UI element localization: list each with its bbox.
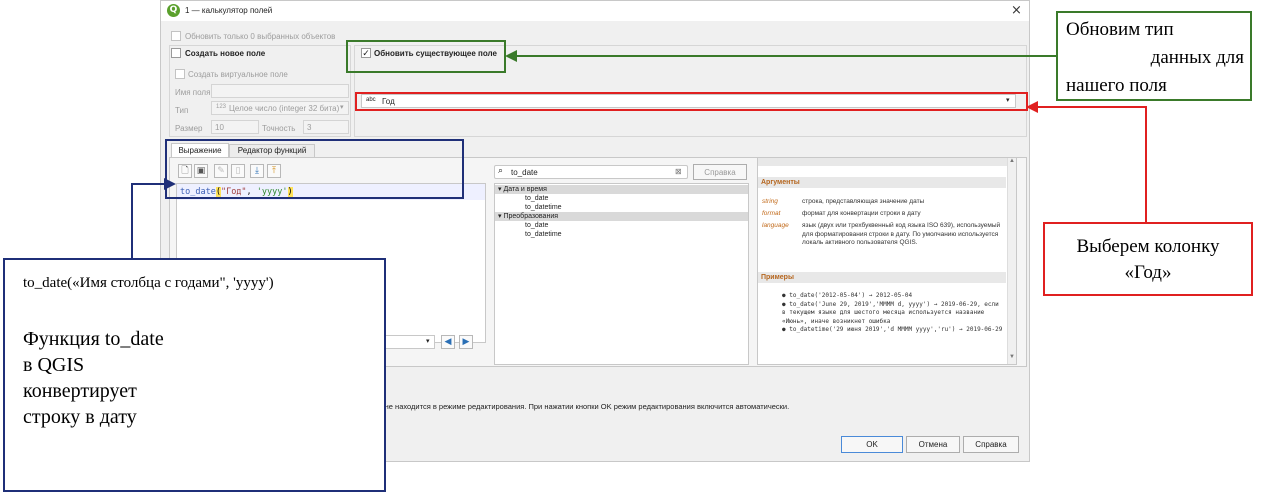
- green-line-3: нашего поля: [1066, 75, 1167, 96]
- create-new-field-label: Создать новое поле: [185, 49, 266, 58]
- function-item[interactable]: to_date: [495, 194, 748, 203]
- function-tree-label: Дата и время: [503, 186, 547, 193]
- function-group-item[interactable]: ▾ Преобразования: [495, 212, 748, 221]
- arguments-heading: Аргументы: [758, 177, 1006, 188]
- green-line-2: данных для: [1150, 47, 1244, 68]
- precision-value: 3: [307, 123, 312, 132]
- red-arrow: [1026, 101, 1147, 235]
- scroll-up-icon[interactable]: ▲: [1009, 158, 1015, 164]
- example-item: ● to_date('June 29, 2019','MMMM d, yyyy'…: [782, 300, 999, 325]
- function-tree-label: to_date: [525, 222, 549, 229]
- blue-line-1: Функция to_date: [23, 328, 164, 350]
- arg-desc-string: строка, представляющая значение даты: [802, 198, 925, 205]
- examples-heading: Примеры: [758, 272, 1006, 283]
- function-group-item[interactable]: ▾ Дата и время: [495, 185, 748, 194]
- previous-feature-icon[interactable]: ◀: [441, 335, 455, 349]
- search-icon: ⌕: [498, 166, 504, 176]
- help-scrollbar[interactable]: ▲ ▼: [1007, 158, 1016, 364]
- function-tree-label: to_datetime: [525, 231, 562, 238]
- blue-annotation-box: to_date(«Имя столбца с годами", 'yyyy') …: [3, 258, 386, 492]
- function-search-value: to_date: [511, 168, 538, 177]
- integer-type-icon: 123: [216, 104, 227, 110]
- arg-name-string: string: [762, 198, 778, 205]
- close-icon[interactable]: ×: [1011, 3, 1022, 18]
- title-bar: Q 1 — калькулятор полей ×: [161, 1, 1029, 21]
- green-annotation-box: Обновим тип данных для нашего поля: [1056, 11, 1252, 101]
- ok-button[interactable]: OK: [841, 436, 903, 453]
- field-type-value: Целое число (integer 32 бита): [229, 104, 340, 113]
- green-line-1: Обновим тип: [1066, 19, 1174, 40]
- only-selected-checkbox[interactable]: [171, 31, 181, 41]
- blue-line-2: в QGIS: [23, 354, 85, 376]
- scroll-down-icon[interactable]: ▼: [1009, 354, 1015, 360]
- field-select-highlight: [355, 92, 1028, 111]
- field-name-label: Имя поля: [175, 88, 211, 97]
- precision-label: Точность: [262, 124, 296, 133]
- window-title: 1 — калькулятор полей: [185, 6, 273, 15]
- function-tree-rows: ▾ Дата и время to_date to_datetime ▾ Преобр…: [495, 185, 748, 239]
- function-tree: ▾ Дата и время to_date to_datetime ▾ Преобр…: [494, 183, 749, 365]
- chevron-down-icon: ▾: [426, 338, 430, 345]
- expression-highlight: [165, 139, 464, 199]
- red-line-2: «Год»: [1124, 262, 1172, 283]
- example-item: ● to_date('2012-05-04') → 2012-05-04: [782, 292, 913, 299]
- function-item[interactable]: to_datetime: [495, 230, 748, 239]
- arg-name-language: language: [762, 222, 789, 229]
- virtual-field-label: Создать виртуальное поле: [188, 70, 288, 79]
- qgis-logo-icon: Q: [167, 4, 180, 17]
- blue-annotation-text: Функция to_date в QGIS конвертирует стро…: [23, 326, 164, 430]
- function-help-panel: Аргументы string строка, представляющая …: [757, 157, 1017, 365]
- help-button[interactable]: Справка: [963, 436, 1019, 453]
- green-annotation-text: Обновим тип данных для нашего поля: [1066, 16, 1244, 100]
- function-item[interactable]: to_date: [495, 221, 748, 230]
- arg-desc-format: формат для конвертации строки в дату: [802, 210, 921, 217]
- function-help-button[interactable]: Справка: [693, 164, 747, 180]
- function-tree-label: Преобразования: [503, 213, 559, 220]
- blue-line-3: конвертирует: [23, 380, 137, 402]
- field-type-select[interactable]: 123 Целое число (integer 32 бита) ▾: [211, 101, 349, 115]
- function-tree-label: to_date: [525, 195, 549, 202]
- size-spinbox[interactable]: 10: [211, 120, 259, 134]
- red-line-1: Выберем колонку: [1076, 236, 1220, 257]
- blue-line-4: строку в дату: [23, 406, 137, 428]
- green-arrow: [505, 50, 1057, 62]
- arg-desc-language: язык (двух или трехбуквенный код языка I…: [802, 222, 1001, 247]
- update-field-highlight: [346, 40, 506, 73]
- size-value: 10: [215, 123, 224, 132]
- blue-annotation-syntax: to_date(«Имя столбца с годами", 'yyyy'): [23, 275, 274, 291]
- next-feature-icon[interactable]: ▶: [459, 335, 473, 349]
- help-header-strip: [758, 158, 1008, 166]
- function-tree-label: to_datetime: [525, 204, 562, 211]
- size-label: Размер: [175, 124, 203, 133]
- create-new-field-checkbox[interactable]: [171, 48, 181, 58]
- blue-arrow: [131, 178, 176, 268]
- function-search-input[interactable]: ⌕ to_date ⊠: [494, 165, 688, 179]
- type-label: Тип: [175, 106, 189, 115]
- field-name-input[interactable]: [211, 84, 349, 98]
- function-item[interactable]: to_datetime: [495, 203, 748, 212]
- clear-search-icon[interactable]: ⊠: [675, 167, 682, 176]
- chevron-down-icon: ▾: [340, 104, 344, 111]
- arg-name-format: format: [762, 210, 781, 217]
- virtual-field-checkbox[interactable]: [175, 69, 185, 79]
- example-item: ● to_datetime('29 июня 2019','d MMMM yyy…: [782, 326, 1003, 333]
- only-selected-label: Обновить только 0 выбранных объектов: [185, 32, 336, 41]
- cancel-button[interactable]: Отмена: [906, 436, 960, 453]
- edit-mode-notice: ый не находится в режиме редактирования.…: [373, 402, 790, 411]
- red-annotation-box: Выберем колонку «Год»: [1043, 222, 1253, 296]
- examples-list: ● to_date('2012-05-04') → 2012-05-04 ● t…: [782, 292, 1004, 335]
- red-annotation-text: Выберем колонку «Год»: [1045, 234, 1251, 286]
- precision-spinbox[interactable]: 3: [303, 120, 349, 134]
